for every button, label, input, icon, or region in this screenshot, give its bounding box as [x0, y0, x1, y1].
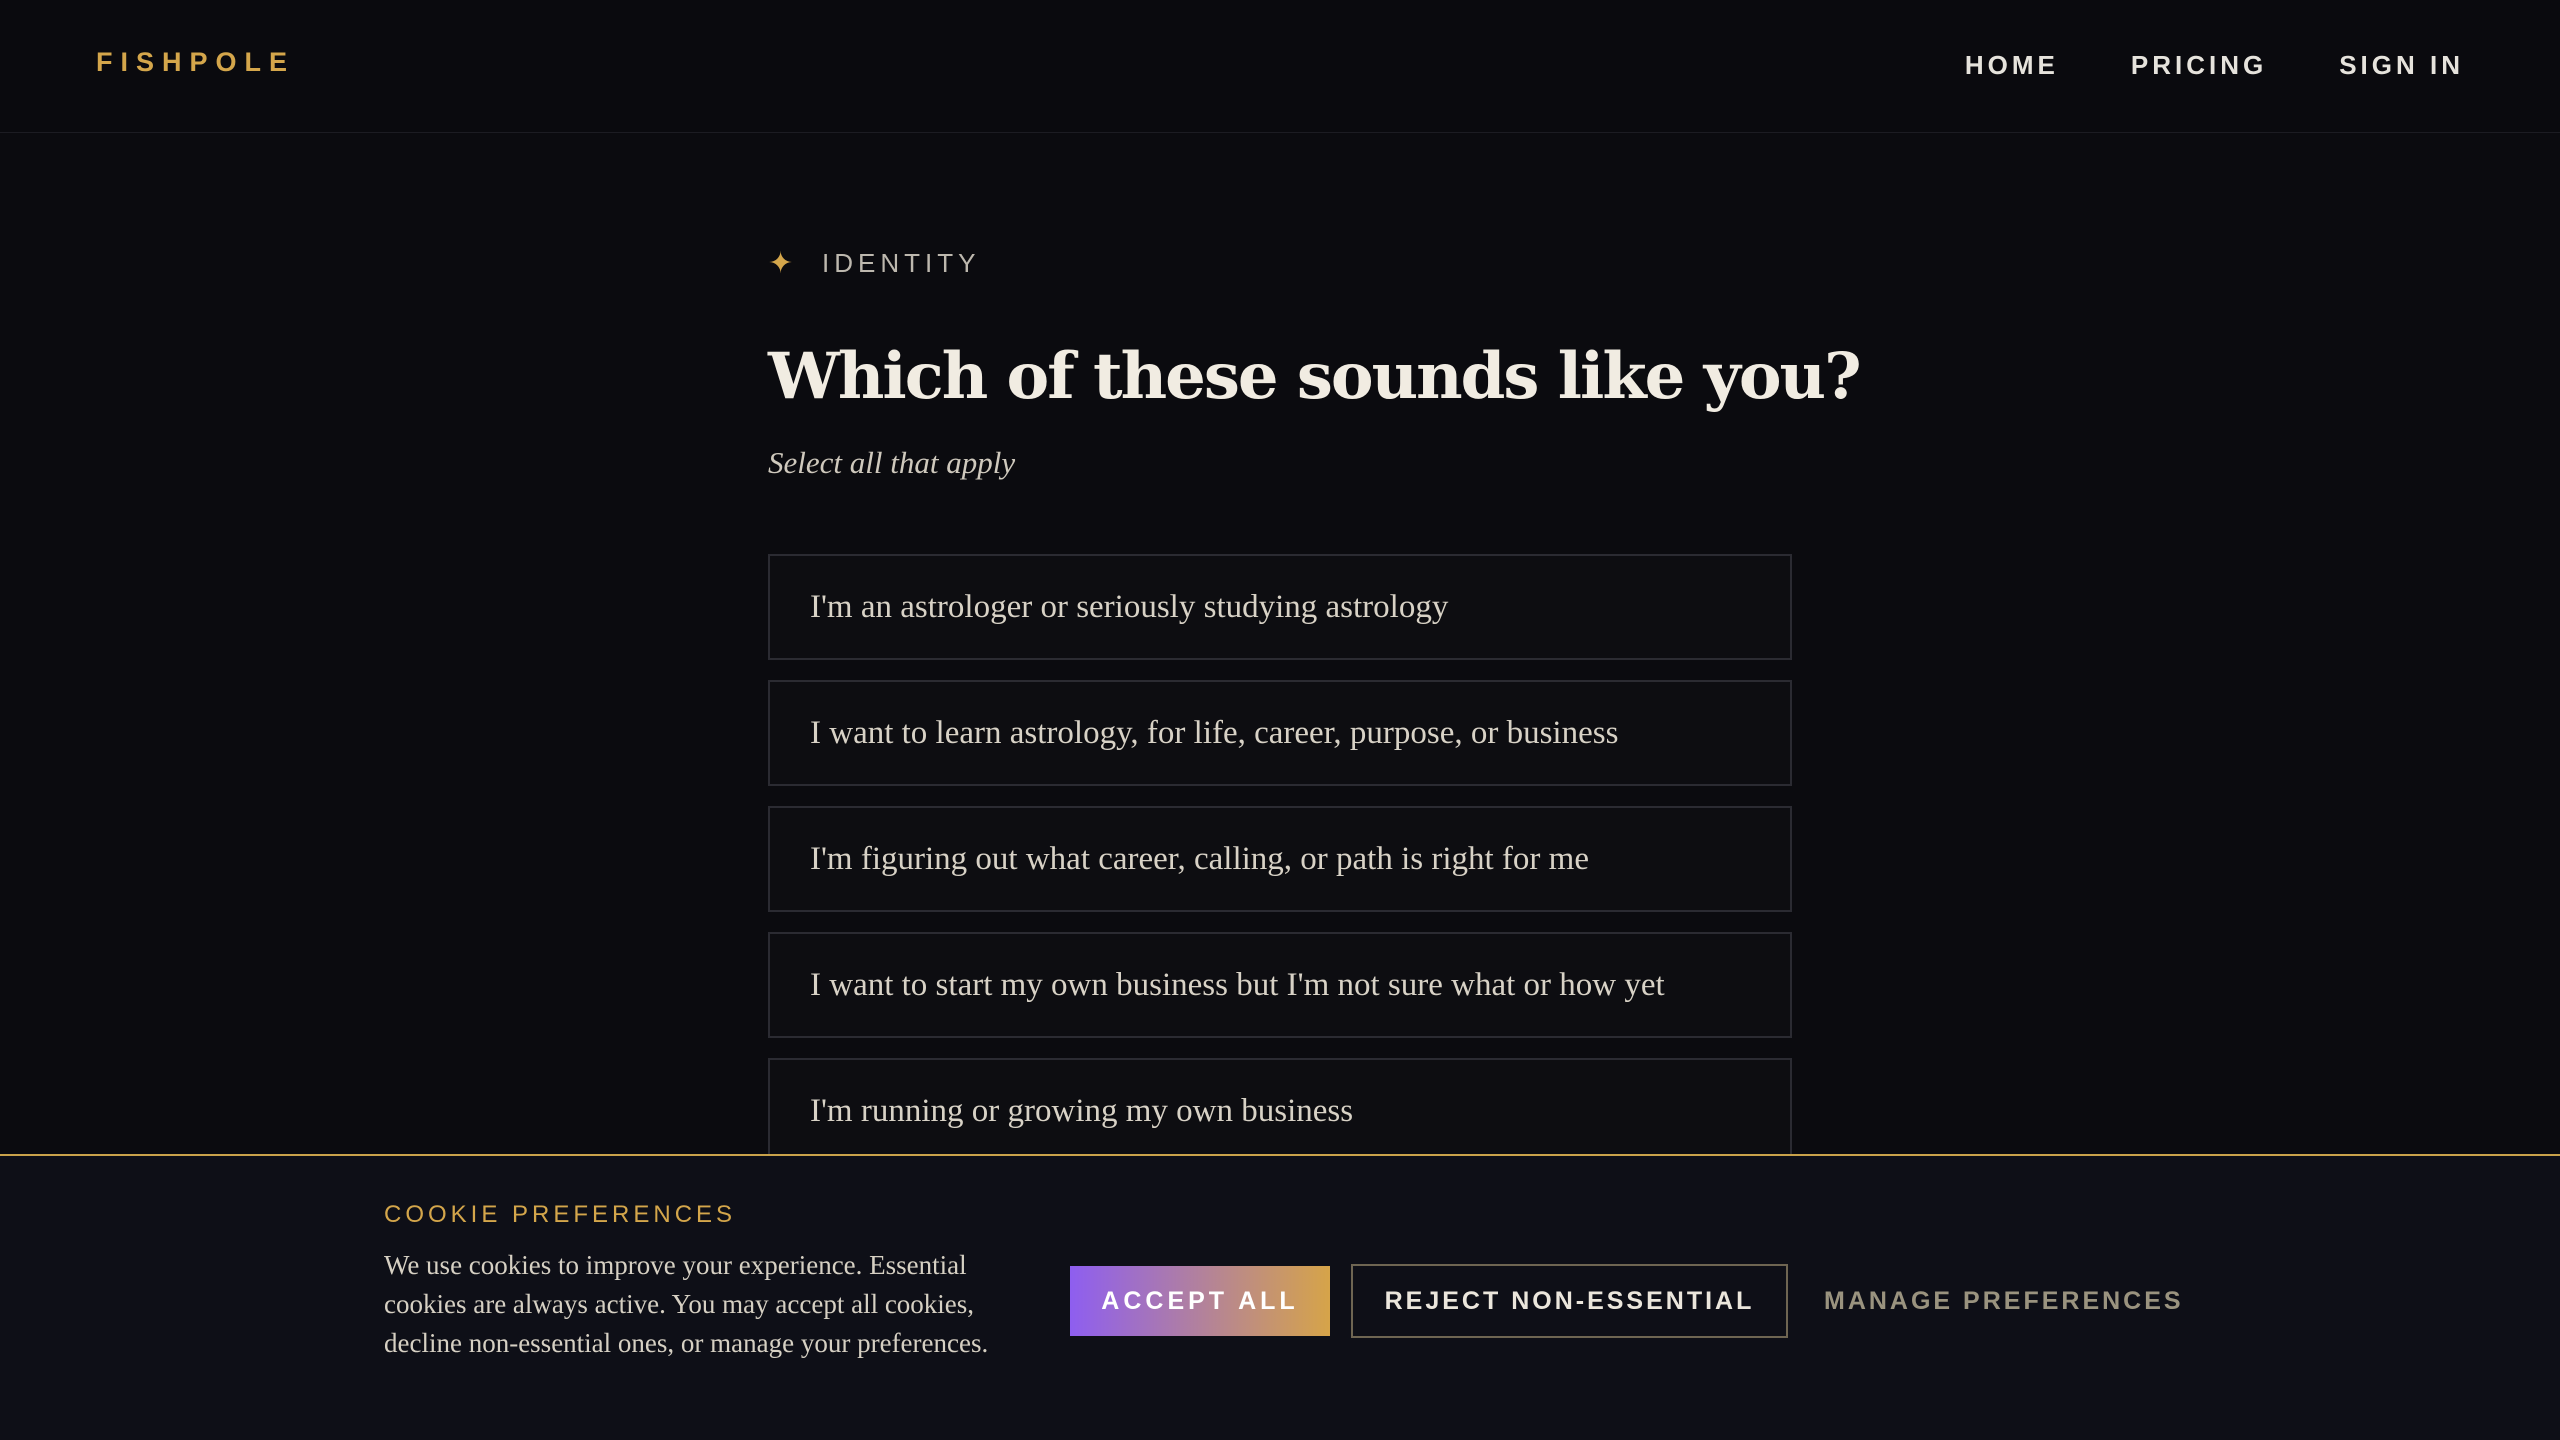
main-nav: HOME PRICING SIGN IN [1965, 50, 2464, 81]
nav-pricing-link[interactable]: PRICING [2131, 50, 2267, 81]
sparkle-star-icon: ✦ [768, 245, 794, 281]
option-start-business[interactable]: I want to start my own business but I'm … [768, 932, 1792, 1038]
question-title: Which of these sounds like you? [768, 339, 1862, 414]
cookie-banner-text: We use cookies to improve your experienc… [384, 1250, 989, 1358]
brand-logo[interactable]: FISHPOLE [96, 47, 295, 78]
accept-all-button[interactable]: ACCEPT ALL [1070, 1266, 1330, 1336]
section-eyebrow: ✦ IDENTITY [768, 248, 980, 279]
top-navigation-bar: FISHPOLE HOME PRICING SIGN IN [0, 0, 2560, 133]
option-figuring-out-career[interactable]: I'm figuring out what career, calling, o… [768, 806, 1792, 912]
manage-preferences-button[interactable]: MANAGE PREFERENCES [1824, 1264, 2184, 1338]
option-running-business[interactable]: I'm running or growing my own business [768, 1058, 1792, 1164]
cookie-banner: COOKIE PREFERENCES We use cookies to imp… [0, 1154, 2560, 1440]
answer-options-list: I'm an astrologer or seriously studying … [768, 554, 1792, 1184]
nav-home-link[interactable]: HOME [1965, 50, 2059, 81]
option-learn-astrology[interactable]: I want to learn astrology, for life, car… [768, 680, 1792, 786]
reject-non-essential-button[interactable]: REJECT NON-ESSENTIAL [1351, 1264, 1788, 1338]
cookie-banner-title: COOKIE PREFERENCES [384, 1201, 737, 1228]
section-label: IDENTITY [822, 248, 981, 278]
option-astrologer[interactable]: I'm an astrologer or seriously studying … [768, 554, 1792, 660]
question-subtitle: Select all that apply [768, 445, 1016, 480]
nav-sign-in-link[interactable]: SIGN IN [2339, 50, 2464, 81]
